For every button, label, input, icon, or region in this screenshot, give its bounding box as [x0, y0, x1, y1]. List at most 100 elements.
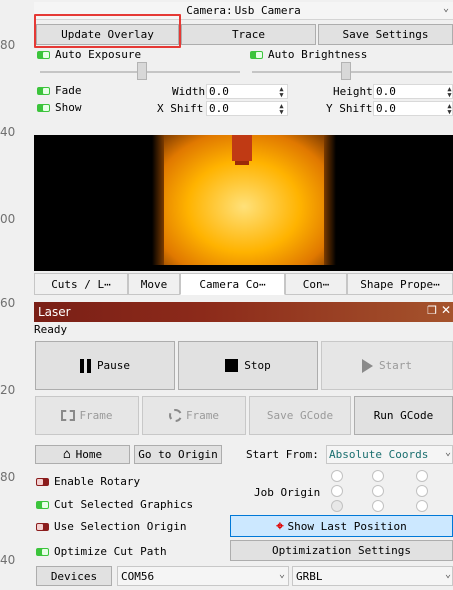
auto-exposure-toggle[interactable]: Auto Exposure — [37, 48, 141, 61]
frame-rect-button[interactable]: Frame — [35, 396, 139, 435]
use-selection-origin-toggle[interactable]: Use Selection Origin — [36, 520, 186, 533]
frame-circle-label: Frame — [185, 409, 220, 422]
stop-icon — [225, 359, 239, 372]
ruler-label: 60 — [0, 296, 16, 310]
toggle-on-icon — [37, 103, 50, 112]
start-from-value: Absolute Coords — [329, 448, 429, 461]
stop-label: Stop — [244, 359, 271, 372]
enable-rotary-toggle[interactable]: Enable Rotary — [36, 475, 140, 488]
port-select[interactable]: COM56 ⌄ — [117, 566, 289, 586]
brightness-slider-thumb[interactable] — [341, 62, 351, 80]
chevron-down-icon: ⌄ — [442, 3, 449, 14]
laser-status: Ready — [34, 323, 68, 336]
save-gcode-button[interactable]: Save GCode — [249, 396, 351, 435]
highlight-box — [34, 14, 181, 48]
spin-arrows-icon[interactable]: ▲ ▼ — [277, 86, 286, 99]
spin-arrows-icon[interactable]: ▲ ▼ — [445, 103, 453, 116]
go-to-origin-button[interactable]: Go to Origin — [134, 445, 222, 464]
chevron-down-icon: ⌄ — [444, 569, 451, 580]
stop-button[interactable]: Stop — [178, 341, 318, 390]
close-icon[interactable]: ✕ — [441, 303, 451, 317]
optimize-cut-path-label: Optimize Cut Path — [54, 545, 167, 558]
crosshair-icon: ⌖ — [276, 518, 284, 534]
cut-selected-toggle[interactable]: Cut Selected Graphics — [36, 498, 193, 511]
home-icon: ⌂ — [62, 447, 71, 462]
job-origin-radio[interactable] — [416, 485, 428, 497]
pause-button[interactable]: Pause — [35, 341, 175, 390]
job-origin-radio[interactable] — [372, 500, 384, 512]
spin-arrows-icon[interactable]: ▲ ▼ — [445, 86, 453, 99]
toggle-on-icon — [36, 500, 49, 509]
optimize-cut-path-toggle[interactable]: Optimize Cut Path — [36, 545, 167, 558]
job-origin-radio[interactable] — [416, 470, 428, 482]
run-gcode-button[interactable]: Run GCode — [354, 396, 453, 435]
job-origin-radio[interactable] — [331, 485, 343, 497]
xshift-input[interactable]: 0.0 ▲ ▼ — [206, 101, 288, 116]
job-origin-radio[interactable] — [372, 470, 384, 482]
start-from-select[interactable]: Absolute Coords ⌄ — [326, 445, 453, 464]
chevron-down-icon: ⌄ — [444, 447, 451, 458]
toggle-off-icon — [36, 522, 49, 531]
home-label: Home — [75, 448, 103, 461]
fade-toggle[interactable]: Fade — [37, 84, 82, 97]
toggle-on-icon — [36, 547, 49, 556]
yshift-input[interactable]: 0.0 ▲ ▼ — [373, 101, 453, 116]
frame-circle-button[interactable]: Frame — [142, 396, 246, 435]
show-last-position-label: Show Last Position — [287, 519, 407, 533]
frame-circle-icon — [168, 409, 182, 422]
height-value: 0.0 — [376, 85, 396, 98]
tab-cuts-layers[interactable]: Cuts / L⋯ — [34, 273, 128, 295]
job-origin-radio[interactable] — [331, 470, 343, 482]
job-origin-radio[interactable] — [372, 485, 384, 497]
yshift-value: 0.0 — [376, 102, 396, 115]
show-toggle[interactable]: Show — [37, 101, 82, 114]
start-label: Start — [378, 359, 413, 372]
fade-label: Fade — [55, 84, 82, 97]
start-button[interactable]: Start — [321, 341, 453, 390]
chevron-down-icon: ⌄ — [278, 569, 285, 580]
camera-preview-nozzle — [232, 135, 252, 161]
firmware-value: GRBL — [296, 569, 323, 583]
devices-button[interactable]: Devices — [36, 566, 112, 586]
laser-title: Laser — [38, 305, 71, 319]
auto-brightness-label: Auto Brightness — [268, 48, 368, 61]
auto-brightness-toggle[interactable]: Auto Brightness — [250, 48, 367, 61]
pause-icon — [79, 358, 91, 373]
toggle-off-icon — [36, 477, 49, 486]
spin-arrows-icon[interactable]: ▲ ▼ — [277, 103, 286, 116]
firmware-select[interactable]: GRBL ⌄ — [292, 566, 453, 586]
tab-move[interactable]: Move — [128, 273, 180, 295]
camera-preview-nozzle-tip — [235, 161, 249, 165]
cut-selected-label: Cut Selected Graphics — [54, 498, 194, 511]
ruler-label: 40 — [0, 553, 16, 567]
tab-console[interactable]: Con⋯ — [285, 273, 347, 295]
job-origin-radio[interactable] — [416, 500, 428, 512]
frame-rect-label: Frame — [79, 409, 113, 422]
toggle-on-icon — [250, 50, 263, 59]
home-button[interactable]: ⌂ Home — [35, 445, 130, 464]
camera-preview[interactable] — [34, 135, 453, 271]
auto-exposure-label: Auto Exposure — [55, 48, 142, 61]
job-origin-label: Job Origin — [254, 486, 321, 499]
xshift-label: X Shift — [157, 102, 204, 115]
show-last-position-button[interactable]: ⌖ Show Last Position — [230, 515, 453, 537]
toggle-on-icon — [37, 86, 50, 95]
trace-button[interactable]: Trace — [181, 24, 316, 45]
restore-icon[interactable]: ❐ — [427, 304, 437, 317]
height-input[interactable]: 0.0 ▲ ▼ — [373, 84, 453, 99]
enable-rotary-label: Enable Rotary — [54, 475, 141, 488]
brightness-slider-track[interactable] — [252, 71, 452, 73]
exposure-slider-thumb[interactable] — [137, 62, 147, 80]
ruler-label: 80 — [0, 38, 16, 52]
camera-selector-value: Usb Camera — [234, 4, 301, 17]
show-label: Show — [55, 101, 82, 114]
width-input[interactable]: 0.0 ▲ ▼ — [206, 84, 288, 99]
tab-shape-properties[interactable]: Shape Prope⋯ — [347, 273, 453, 295]
tab-camera-control[interactable]: Camera Co⋯ — [180, 273, 285, 295]
save-settings-button[interactable]: Save Settings — [318, 24, 453, 45]
start-from-label: Start From: — [246, 448, 319, 461]
laser-titlebar[interactable]: Laser ❐ ✕ — [34, 302, 453, 322]
job-origin-radio[interactable] — [331, 500, 343, 512]
optimization-settings-button[interactable]: Optimization Settings — [230, 540, 453, 561]
camera-preview-left-edge — [152, 135, 164, 265]
